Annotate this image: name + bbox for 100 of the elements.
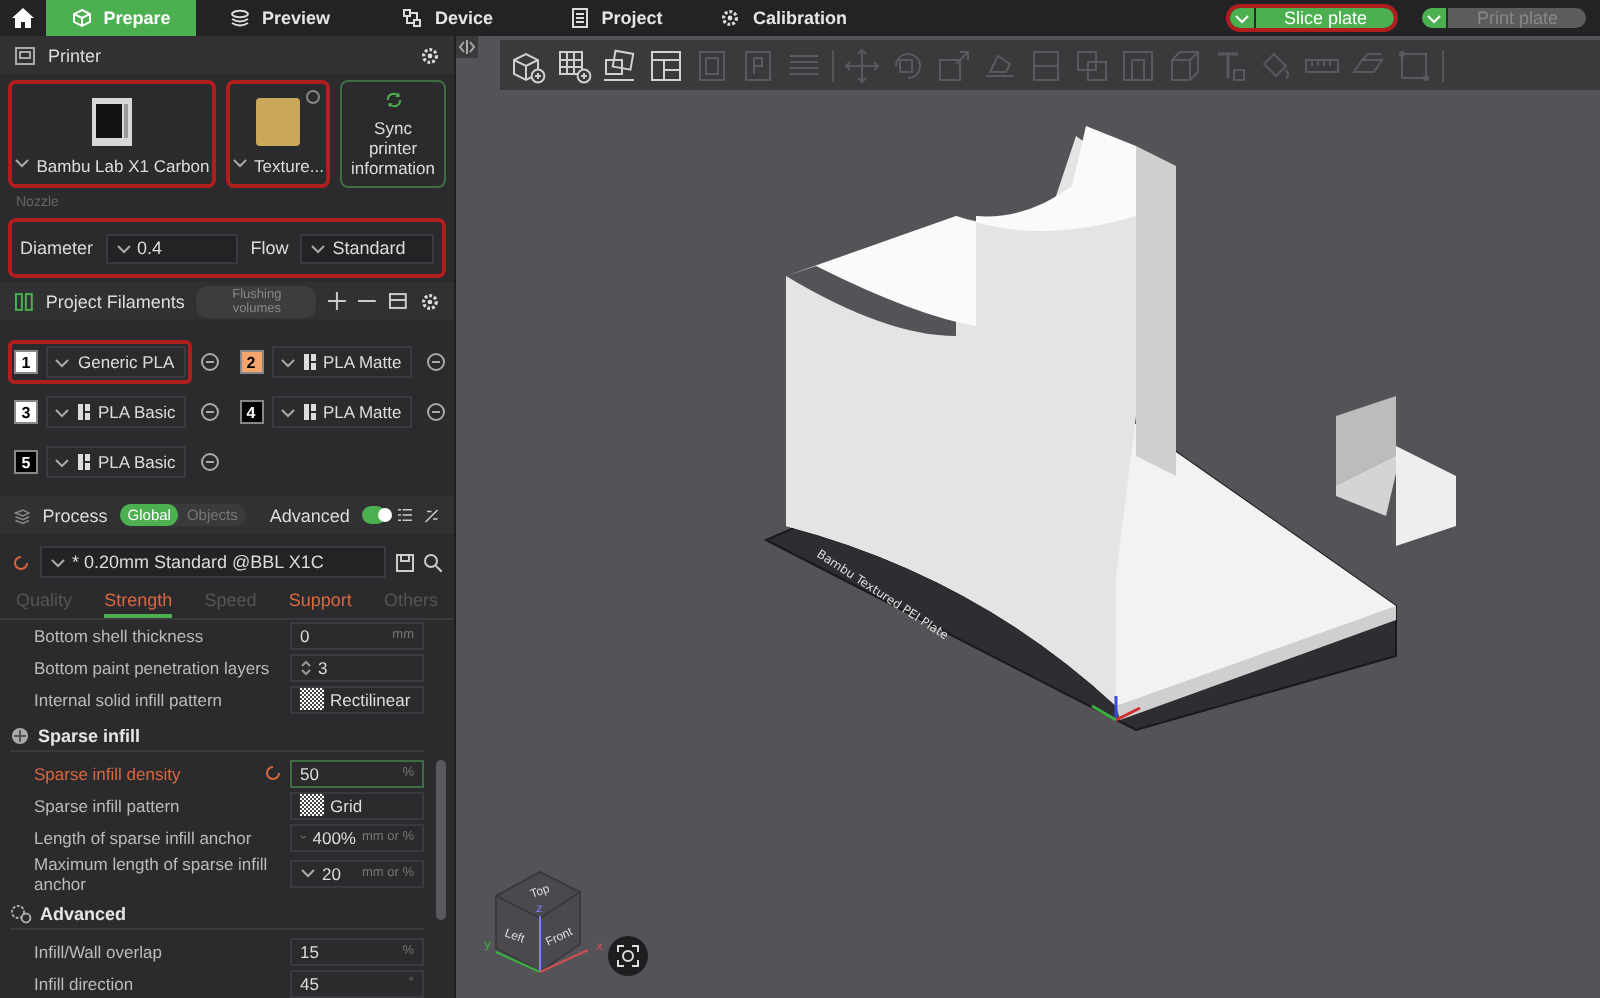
caret-icon xyxy=(14,156,31,170)
filament-options-icon[interactable] xyxy=(425,402,445,422)
printer-icon xyxy=(14,45,36,65)
setting-label: Length of sparse infill anchor xyxy=(34,827,254,847)
save-icon[interactable] xyxy=(396,553,414,571)
scrollbar-thumb[interactable] xyxy=(436,760,446,920)
plus-icon[interactable] xyxy=(328,292,347,310)
caret-icon xyxy=(54,455,70,469)
dropdown-field[interactable]: 0.4 xyxy=(105,233,239,263)
layers-icon xyxy=(14,505,31,525)
dropdown-button[interactable] xyxy=(1229,8,1256,28)
document-icon xyxy=(569,8,590,28)
caret-icon xyxy=(54,405,70,419)
field-label: Diameter xyxy=(20,238,94,258)
nav-tab[interactable]: Calibration xyxy=(700,0,868,36)
gear-icon xyxy=(720,8,741,28)
filament-brand-icon xyxy=(303,404,315,420)
settings-icon[interactable] xyxy=(420,291,441,311)
arrange-icon[interactable] xyxy=(602,47,638,83)
field-label: Flow xyxy=(250,238,289,258)
printer-image-icon xyxy=(90,96,134,148)
filament-icon xyxy=(14,291,34,311)
settings-icon[interactable] xyxy=(420,45,440,65)
build-plate-icon xyxy=(254,96,302,148)
setting-label: Infill direction xyxy=(34,973,136,993)
home-icon[interactable] xyxy=(12,8,34,28)
layers-icon xyxy=(229,8,250,28)
recenter-button[interactable] xyxy=(608,936,648,976)
filament-dropdown[interactable]: PLA Matte xyxy=(271,396,411,428)
dropdown-field[interactable]: Rectilinear xyxy=(290,685,424,713)
caret-icon xyxy=(310,241,327,255)
settings-tab[interactable]: Support xyxy=(288,588,352,618)
caret-icon xyxy=(1426,11,1443,25)
setting-label: Sparse infill density xyxy=(34,763,183,783)
reset-icon[interactable] xyxy=(12,553,30,571)
caret-icon xyxy=(1233,11,1250,25)
filament-slot[interactable]: 5 PLA Basic xyxy=(8,440,192,484)
info-icon xyxy=(306,90,320,104)
filament-brand-icon xyxy=(303,354,315,370)
focus-icon xyxy=(616,944,640,968)
caret-icon xyxy=(279,355,295,369)
pattern-icon xyxy=(300,688,324,710)
color-swatch[interactable]: 4 xyxy=(239,400,263,424)
pattern-icon xyxy=(300,794,324,816)
list-icon[interactable] xyxy=(397,506,413,524)
filament-dropdown[interactable]: Generic PLA xyxy=(46,346,186,378)
setting-label: Bottom paint penetration layers xyxy=(34,657,272,677)
selector-card[interactable]: Bambu Lab X1 Carbon xyxy=(8,80,216,188)
view-cube[interactable] xyxy=(495,870,581,974)
setting-label: Maximum length of sparse infill anchor xyxy=(34,853,270,893)
group-heading: Sparse infill xyxy=(38,726,141,746)
sync-button[interactable]: Sync printer information xyxy=(340,80,446,188)
color-swatch[interactable]: 5 xyxy=(14,450,38,474)
selector-card[interactable]: Texture... xyxy=(226,80,330,188)
filament-brand-icon xyxy=(78,404,90,420)
caret-icon xyxy=(232,156,249,170)
layout-icon[interactable] xyxy=(648,47,684,83)
section-title: Process xyxy=(42,505,108,525)
advanced-switch[interactable] xyxy=(361,506,386,524)
device-icon xyxy=(402,8,423,28)
filament-slot[interactable]: 3 PLA Basic xyxy=(8,390,192,434)
settings-tab[interactable]: Strength xyxy=(104,588,173,618)
preset-dropdown[interactable]: * 0.20mm Standard @BBL X1C xyxy=(40,546,386,578)
add-grid-icon[interactable] xyxy=(556,47,592,83)
filament-options-icon[interactable] xyxy=(200,352,220,372)
color-swatch[interactable]: 2 xyxy=(239,350,263,374)
dropdown-button[interactable] xyxy=(1422,8,1449,28)
caret-icon xyxy=(50,555,66,569)
input-field[interactable]: 3 xyxy=(290,653,424,681)
filament-slot[interactable]: 1 Generic PLA xyxy=(8,340,192,384)
nav-tab[interactable]: Device xyxy=(364,0,532,36)
spinner-icon xyxy=(300,657,312,677)
dropdown-field[interactable]: Standard xyxy=(300,233,434,263)
reset-icon[interactable] xyxy=(264,764,282,782)
axis-drawing xyxy=(1091,696,1141,722)
filament-dropdown[interactable]: PLA Basic xyxy=(46,446,186,478)
color-swatch[interactable]: 3 xyxy=(14,400,38,424)
section-title: Project Filaments xyxy=(45,291,185,311)
cube-icon xyxy=(71,8,92,28)
nav-tab[interactable]: Preview xyxy=(196,0,364,36)
filament-slot[interactable]: 4 PLA Matte xyxy=(233,390,417,434)
caret-icon xyxy=(115,241,132,255)
filament-options-icon[interactable] xyxy=(200,452,220,472)
collapse-handle-icon[interactable] xyxy=(458,40,476,54)
search-icon[interactable] xyxy=(424,553,442,571)
filament-dropdown[interactable]: PLA Matte xyxy=(271,346,411,378)
filament-options-icon[interactable] xyxy=(200,402,220,422)
setting-label: Infill/Wall overlap xyxy=(34,941,164,961)
filament-options-icon[interactable] xyxy=(425,352,445,372)
dropdown-field[interactable]: Grid xyxy=(290,791,424,819)
caret-icon xyxy=(54,355,70,369)
section-title: Printer xyxy=(48,45,104,65)
color-swatch[interactable]: 1 xyxy=(14,350,38,374)
nav-tab[interactable]: Project xyxy=(532,0,700,36)
toggle-label: Advanced xyxy=(269,505,350,525)
caret-icon xyxy=(279,405,295,419)
add-cube-icon[interactable] xyxy=(510,47,546,83)
filament-slot[interactable]: 2 PLA Matte xyxy=(233,340,417,384)
setting-label: Bottom shell thickness xyxy=(34,625,206,645)
filament-dropdown[interactable]: PLA Basic xyxy=(46,396,186,428)
